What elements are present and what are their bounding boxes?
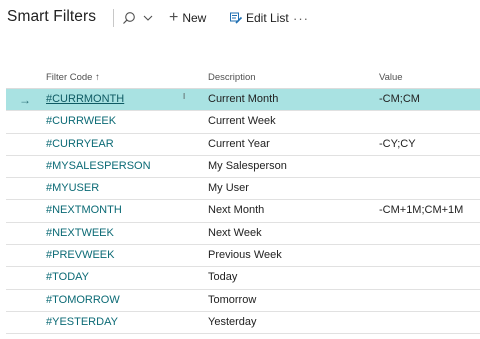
table-row[interactable]: → #CURRMONTH ··· Current Month -CM;CM	[6, 89, 480, 112]
description-cell: My User	[208, 182, 249, 195]
table-row[interactable]: #MYSALESPERSON My Salesperson	[6, 156, 480, 179]
search-icon	[123, 12, 135, 24]
new-button-label: New	[182, 11, 207, 25]
value-cell: -CM+1M;CM+1M	[379, 204, 464, 217]
table-row[interactable]: #CURRWEEK Current Week	[6, 111, 480, 134]
page-title: Smart Filters	[7, 8, 97, 25]
filter-code-link[interactable]: #CURRYEAR	[46, 138, 114, 150]
table-row[interactable]: #TOMORROW Tomorrow	[6, 290, 480, 312]
description-cell: Next Week	[208, 226, 262, 239]
table-row[interactable]: #NEXTWEEK Next Week	[6, 223, 480, 246]
filter-code-link[interactable]: #TODAY	[46, 271, 89, 283]
description-cell: Next Month	[208, 204, 265, 217]
description-cell: Today	[208, 271, 238, 284]
table-row[interactable]: #CURRYEAR Current Year -CY;CY	[6, 134, 480, 156]
more-options-button[interactable]: ···	[293, 8, 309, 28]
current-row-arrow-icon: →	[19, 93, 31, 107]
chevron-down-icon	[143, 15, 153, 21]
column-header-description[interactable]: Description	[208, 72, 256, 83]
value-cell: -CY;CY	[379, 137, 416, 150]
description-cell: Yesterday	[208, 315, 257, 328]
edit-list-icon	[230, 12, 242, 24]
description-cell: Previous Week	[208, 249, 282, 262]
table-row[interactable]: #NEXTMONTH Next Month -CM+1M;CM+1M	[6, 200, 480, 223]
filter-code-link[interactable]: #NEXTMONTH	[46, 204, 122, 216]
row-actions-icon[interactable]: ···	[178, 92, 192, 98]
edit-list-label: Edit List	[246, 11, 289, 25]
table-header: Filter Code ↑ Description Value	[6, 66, 480, 89]
table-row[interactable]: #TODAY Today	[6, 267, 480, 290]
filter-code-link[interactable]: #MYSALESPERSON	[46, 160, 151, 172]
table-row[interactable]: #YESTERDAY Yesterday	[6, 312, 480, 335]
description-cell: Tomorrow	[208, 293, 257, 306]
search-button[interactable]	[122, 8, 158, 28]
value-cell: -CM;CM	[379, 93, 420, 105]
filter-code-link[interactable]: #TOMORROW	[46, 294, 120, 306]
description-cell: Current Month	[208, 93, 279, 105]
description-cell: Current Year	[208, 137, 270, 150]
description-cell: My Salesperson	[208, 159, 287, 172]
filter-code-link[interactable]: #MYUSER	[46, 182, 99, 194]
action-bar: Smart Filters + New Edit List ···	[0, 0, 480, 36]
smart-filters-list: Filter Code ↑ Description Value → #CURRM…	[6, 66, 480, 335]
column-header-value[interactable]: Value	[379, 72, 403, 83]
table-row[interactable]: #MYUSER My User	[6, 178, 480, 201]
edit-list-button[interactable]: Edit List	[230, 8, 289, 28]
table-row[interactable]: #PREVWEEK Previous Week	[6, 245, 480, 268]
filter-code-link[interactable]: #NEXTWEEK	[46, 227, 114, 239]
plus-icon: +	[169, 9, 179, 26]
description-cell: Current Week	[208, 115, 276, 128]
column-header-filter-code[interactable]: Filter Code ↑	[46, 72, 100, 83]
filter-code-link[interactable]: #PREVWEEK	[46, 249, 114, 261]
filter-code-link[interactable]: #CURRMONTH	[46, 93, 124, 105]
filter-code-link[interactable]: #YESTERDAY	[46, 316, 118, 328]
new-button[interactable]: + New	[169, 8, 206, 28]
filter-code-link[interactable]: #CURRWEEK	[46, 115, 116, 127]
toolbar-divider	[113, 9, 114, 27]
